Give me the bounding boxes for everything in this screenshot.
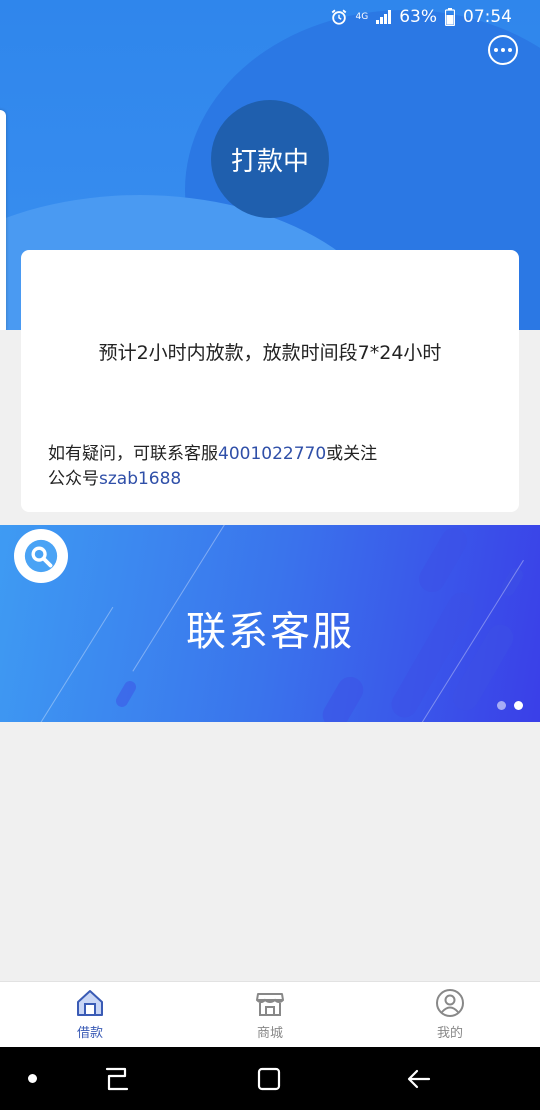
carousel-dot[interactable] bbox=[497, 701, 506, 710]
public-account-link[interactable]: szab1688 bbox=[99, 469, 181, 489]
payment-status-badge: 打款中 bbox=[211, 100, 329, 218]
battery-percent: 63% bbox=[399, 7, 437, 27]
account-prefix: 公众号 bbox=[48, 469, 99, 489]
status-bar: 4G 63% 07:54 bbox=[0, 0, 540, 34]
side-drawer-handle[interactable] bbox=[0, 110, 6, 330]
banner-decor-stripe bbox=[317, 672, 369, 722]
recent-apps-icon[interactable] bbox=[104, 1066, 130, 1092]
alarm-icon bbox=[331, 9, 346, 25]
message-button[interactable] bbox=[488, 35, 518, 65]
system-nav-bar bbox=[0, 1047, 540, 1110]
shop-icon bbox=[256, 993, 284, 1016]
eta-text: 预计2小时内放款，放款时间段7*24小时 bbox=[98, 342, 442, 364]
nav-dot-icon[interactable] bbox=[28, 1074, 37, 1083]
battery-icon bbox=[445, 8, 455, 26]
home-icon bbox=[77, 990, 103, 1016]
banner-decor-stripe bbox=[113, 678, 139, 710]
clock: 07:54 bbox=[463, 7, 512, 27]
banner-title: 联系客服 bbox=[186, 609, 354, 655]
more-dot-icon bbox=[501, 48, 505, 52]
profile-icon bbox=[436, 989, 464, 1017]
tab-loan[interactable]: 借款 bbox=[0, 982, 180, 1047]
tab-profile[interactable]: 我的 bbox=[360, 982, 540, 1047]
more-dot-icon bbox=[494, 48, 498, 52]
info-card: 预计2小时内放款，放款时间段7*24小时 如有疑问，可联系客服400102277… bbox=[21, 250, 519, 512]
banner-decor-stripe bbox=[414, 525, 472, 597]
tab-label: 商城 bbox=[256, 1026, 283, 1041]
network-type: 4G bbox=[355, 11, 369, 22]
payment-status-label: 打款中 bbox=[230, 146, 309, 177]
help-text: 如有疑问，可联系客服4001022770或关注 公众号szab1688 bbox=[48, 442, 468, 492]
contact-service-banner[interactable]: 联系客服 bbox=[0, 525, 540, 722]
help-prefix: 如有疑问，可联系客服 bbox=[48, 444, 218, 464]
more-dot-icon bbox=[508, 48, 512, 52]
bottom-tab-bar: 借款 商城 我的 bbox=[0, 981, 540, 1047]
help-middle: 或关注 bbox=[326, 444, 378, 464]
carousel-indicator bbox=[497, 701, 523, 710]
tab-label: 借款 bbox=[76, 1026, 103, 1041]
home-button-icon[interactable] bbox=[256, 1066, 282, 1092]
tab-shop[interactable]: 商城 bbox=[180, 982, 360, 1047]
back-icon[interactable] bbox=[406, 1066, 432, 1092]
search-logo-icon bbox=[14, 529, 68, 583]
tab-label: 我的 bbox=[436, 1026, 463, 1041]
carousel-dot-active[interactable] bbox=[514, 701, 523, 710]
service-phone-link[interactable]: 4001022770 bbox=[218, 444, 326, 464]
signal-icon bbox=[376, 10, 392, 24]
